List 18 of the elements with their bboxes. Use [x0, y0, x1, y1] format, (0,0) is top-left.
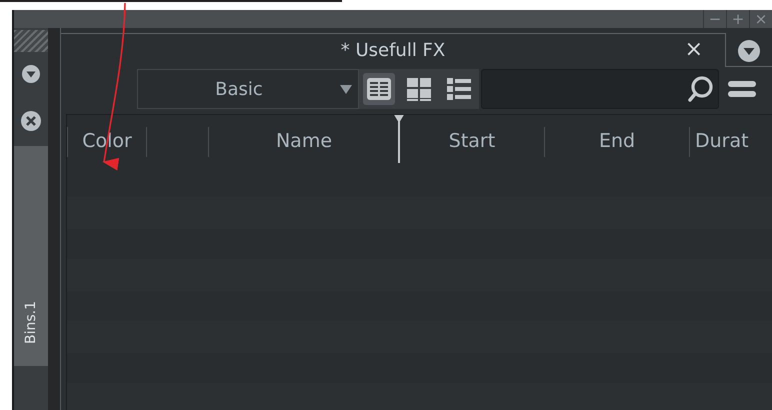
column-header[interactable]: End — [598, 130, 636, 152]
preset-dropdown[interactable]: Basic — [137, 69, 359, 109]
column-header[interactable]: Name — [276, 130, 332, 152]
panel-title: * Usefull FX — [340, 40, 446, 61]
table-view-button[interactable] — [363, 73, 395, 105]
caret-icon — [340, 84, 352, 94]
column-header[interactable]: Start — [448, 130, 496, 152]
column-marker-icon[interactable] — [392, 115, 406, 163]
column-header[interactable]: Durat — [695, 130, 749, 152]
search-icon[interactable] — [686, 75, 714, 103]
dock-grip[interactable] — [14, 30, 48, 52]
menu-icon[interactable] — [727, 78, 757, 100]
dropdown-icon[interactable] — [21, 64, 41, 84]
search-field[interactable] — [481, 69, 719, 109]
close-icon[interactable] — [20, 110, 42, 132]
close-button[interactable]: × — [684, 37, 703, 62]
dropdown-icon[interactable] — [737, 38, 761, 62]
dock-tab[interactable]: Bins.1 — [14, 146, 48, 366]
